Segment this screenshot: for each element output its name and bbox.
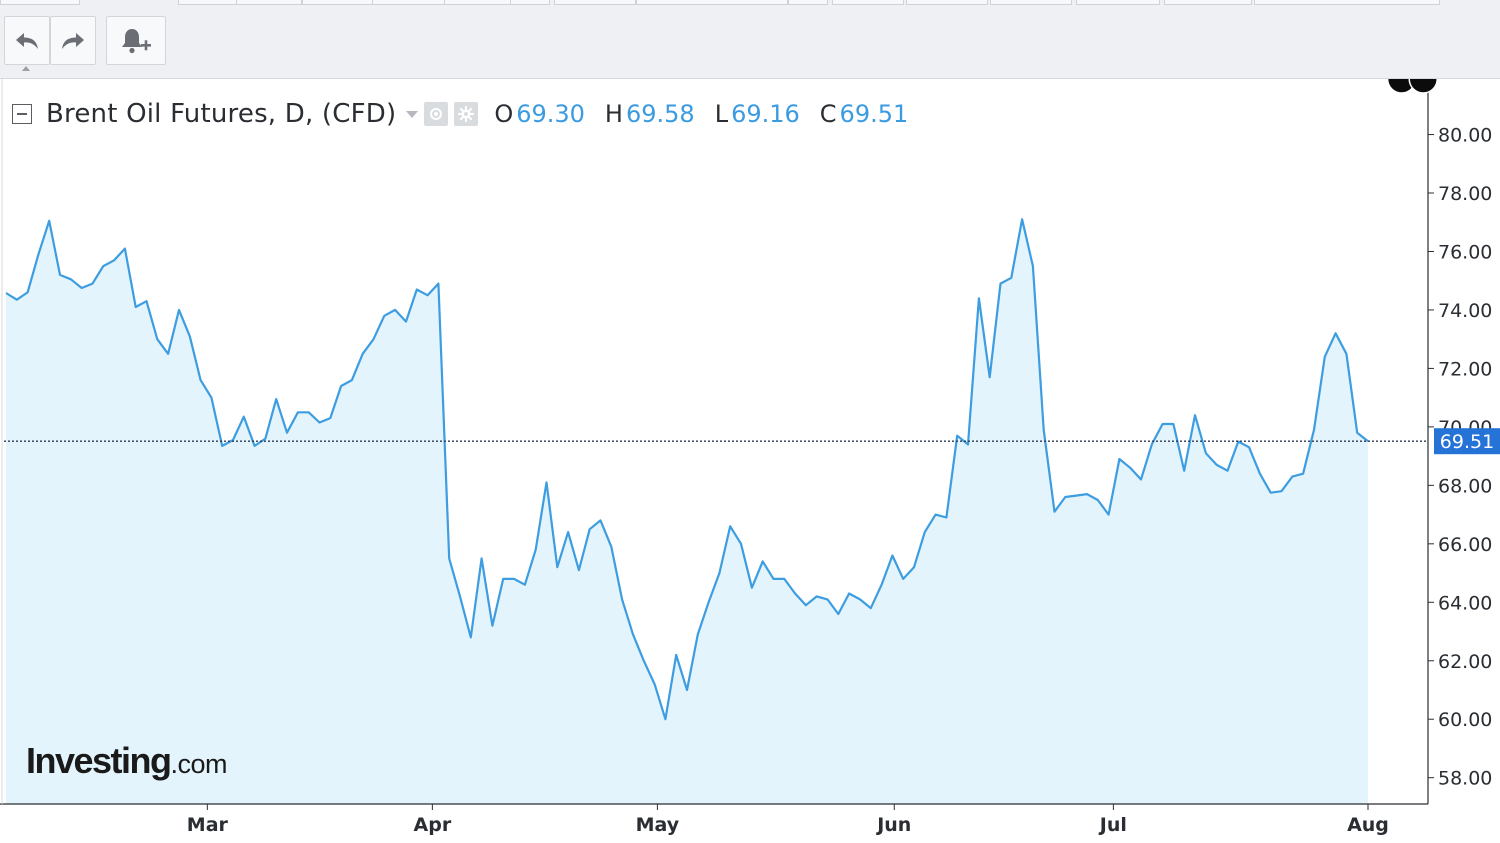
tab-segment[interactable]	[788, 0, 828, 5]
y-tick-label: 80.00	[1438, 125, 1492, 147]
y-tick-label: 74.00	[1438, 300, 1492, 322]
open-number: 69.30	[516, 100, 585, 128]
tab-segment[interactable]	[554, 0, 636, 5]
top-toolbar	[0, 0, 1500, 79]
chart-legend: Brent Oil Futures, D, (CFD) O 69.30 H 69…	[12, 96, 928, 132]
add-alert-button[interactable]	[106, 16, 166, 65]
gear-icon[interactable]	[454, 102, 479, 126]
open-value: O 69.30	[494, 100, 585, 128]
y-tick-label: 64.00	[1438, 592, 1492, 614]
y-tick-label: 60.00	[1438, 709, 1492, 731]
chevron-down-icon[interactable]	[406, 110, 419, 118]
open-label: O	[494, 100, 514, 128]
marker-label: P	[1417, 79, 1429, 84]
low-value: L 69.16	[715, 100, 800, 128]
instrument-title[interactable]: Brent Oil Futures, D, (CFD)	[46, 99, 396, 129]
logo-sub-text: .com	[170, 749, 228, 779]
area-layer	[6, 219, 1368, 805]
high-label: H	[604, 100, 623, 128]
tab-segment[interactable]	[236, 0, 302, 5]
redo-button[interactable]	[50, 16, 96, 65]
tab-segment[interactable]	[832, 0, 904, 5]
tab-segment[interactable]	[990, 0, 1072, 5]
y-axis: 80.0078.0076.0074.0072.0070.0068.0066.00…	[1428, 125, 1492, 790]
low-label: L	[714, 100, 729, 128]
event-marker: P	[1408, 79, 1438, 94]
undo-arrow-icon	[16, 32, 38, 49]
undo-button[interactable]	[4, 16, 50, 65]
tab-strip	[0, 0, 1500, 5]
tab-segment[interactable]	[906, 0, 988, 5]
price-chart[interactable]: 80.0078.0076.0074.0072.0070.0068.0066.00…	[0, 79, 1500, 843]
area-fill	[6, 219, 1368, 805]
redo-arrow-icon	[62, 32, 84, 49]
tab-segment[interactable]	[372, 0, 446, 5]
price-badge-layer: 69.51	[1434, 428, 1500, 455]
eye-glyph	[430, 108, 443, 120]
x-tick-label: Jul	[1098, 814, 1127, 836]
collapse-toggle[interactable]	[12, 104, 32, 124]
y-tick-label: 72.00	[1438, 358, 1492, 380]
tab-segment[interactable]	[636, 0, 788, 5]
close-number: 69.51	[839, 100, 909, 128]
close-value: C 69.51	[820, 100, 908, 128]
x-tick-label: Aug	[1347, 814, 1389, 836]
y-tick-label: 78.00	[1438, 183, 1492, 205]
gear-glyph	[458, 106, 475, 122]
high-number: 69.58	[625, 100, 695, 128]
high-value: H 69.58	[605, 100, 695, 128]
tab-segment[interactable]	[444, 0, 512, 5]
small-caret-icon	[22, 66, 30, 71]
x-tick-label: Mar	[187, 814, 229, 836]
close-label: C	[819, 100, 837, 128]
marker-label: P	[1395, 79, 1407, 84]
low-number: 69.16	[731, 100, 800, 128]
x-tick-label: Apr	[414, 814, 452, 836]
y-tick-label: 58.00	[1438, 768, 1492, 790]
tab-segment[interactable]	[178, 0, 238, 5]
chart-area: 80.00 78.00 76.00 74.00 72.00 70.00 68.00 66.00…	[0, 79, 1500, 843]
tab-segment[interactable]	[1254, 0, 1440, 5]
logo-main-text: Investing	[26, 740, 172, 781]
x-tick-label: Jun	[875, 814, 911, 836]
price-badge-label: 69.51	[1440, 431, 1494, 453]
tab-segment[interactable]	[302, 0, 374, 5]
y-tick-label: 62.00	[1438, 651, 1492, 673]
tab-segment[interactable]	[1164, 0, 1252, 5]
bell-plus-icon	[122, 28, 151, 53]
y-tick-label: 68.00	[1438, 475, 1492, 497]
ohlc-values: O 69.30 H 69.58 L 69.16 C 69.51	[494, 100, 928, 128]
tab-segment[interactable]	[0, 0, 80, 5]
marker-layer: PP	[1386, 79, 1438, 94]
tab-segment[interactable]	[1076, 0, 1160, 5]
y-tick-label: 76.00	[1438, 241, 1492, 263]
eye-icon[interactable]	[424, 102, 449, 126]
x-tick-label: May	[636, 814, 680, 836]
y-tick-label: 66.00	[1438, 534, 1492, 556]
x-axis: Mar Apr May Jun Jul Aug	[187, 804, 1389, 836]
tab-segment[interactable]	[510, 0, 550, 5]
investing-logo: Investing.com	[26, 740, 228, 782]
